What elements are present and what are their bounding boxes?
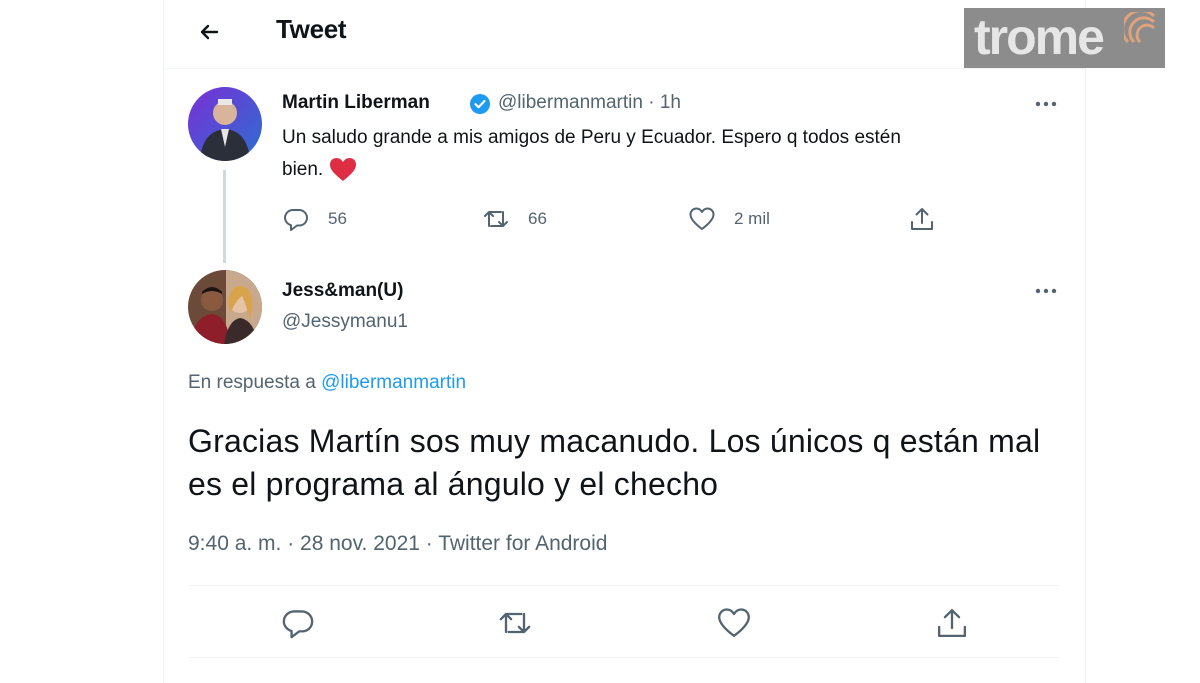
author-name[interactable]: Jess&man(U) — [282, 280, 403, 302]
author-handle-time[interactable]: @libermanmartin · 1h — [498, 92, 681, 114]
signal-arc-icon — [1124, 12, 1156, 44]
heart-icon — [689, 207, 715, 230]
tweet-text-line: bien. — [282, 154, 901, 186]
page-title: Tweet — [276, 14, 347, 44]
reply-action[interactable]: 56 — [282, 205, 347, 233]
reply-icon — [282, 610, 314, 639]
retweet-icon — [484, 211, 508, 227]
avatar[interactable] — [188, 270, 262, 344]
red-heart-icon — [330, 158, 357, 181]
author-handle[interactable]: @Jessymanu1 — [282, 311, 408, 333]
share-action[interactable] — [908, 205, 954, 233]
retweet-button[interactable] — [497, 605, 533, 641]
divider — [188, 585, 1060, 586]
tweet-text: Un saludo grande a mis amigos de Peru y … — [282, 122, 901, 186]
avatar[interactable] — [188, 87, 262, 161]
tweet-timestamp[interactable]: 9:40 a. m. · 28 nov. 2021 · Twitter for … — [188, 532, 607, 556]
trome-logo: trome — [964, 8, 1165, 68]
tweet-text: Gracias Martín sos muy macanudo. Los úni… — [188, 423, 1041, 502]
heart-icon — [718, 608, 750, 638]
share-icon — [911, 208, 933, 230]
divider — [188, 657, 1060, 658]
reply-button[interactable] — [280, 605, 316, 641]
reply-icon — [284, 209, 308, 231]
replying-to: En respuesta a @libermanmartin — [188, 372, 466, 394]
like-button[interactable] — [716, 605, 752, 641]
replying-to-label: En respuesta a — [188, 372, 322, 393]
tweet-text-line: Un saludo grande a mis amigos de Peru y … — [282, 127, 901, 148]
retweet-action[interactable]: 66 — [482, 205, 547, 233]
logo-text: trome — [974, 9, 1105, 65]
author-name[interactable]: Martin Liberman — [282, 92, 430, 114]
like-count: 2 mil — [734, 209, 770, 228]
more-options-icon[interactable] — [1031, 281, 1061, 301]
mention-link[interactable]: @libermanmartin — [321, 372, 466, 393]
share-button[interactable] — [934, 605, 970, 641]
back-button[interactable] — [190, 14, 226, 50]
verified-badge-icon — [470, 94, 490, 114]
thread-line — [223, 170, 226, 263]
reply-count: 56 — [328, 209, 347, 228]
tweet-text-line-end: bien. — [282, 159, 324, 180]
retweet-count: 66 — [528, 209, 547, 228]
tweet-header: Tweet — [164, 0, 1085, 69]
arrow-left-icon — [200, 24, 219, 40]
share-icon — [937, 608, 967, 638]
retweet-icon — [499, 612, 531, 634]
like-action[interactable]: 2 mil — [688, 205, 770, 233]
more-options-icon[interactable] — [1031, 94, 1061, 114]
